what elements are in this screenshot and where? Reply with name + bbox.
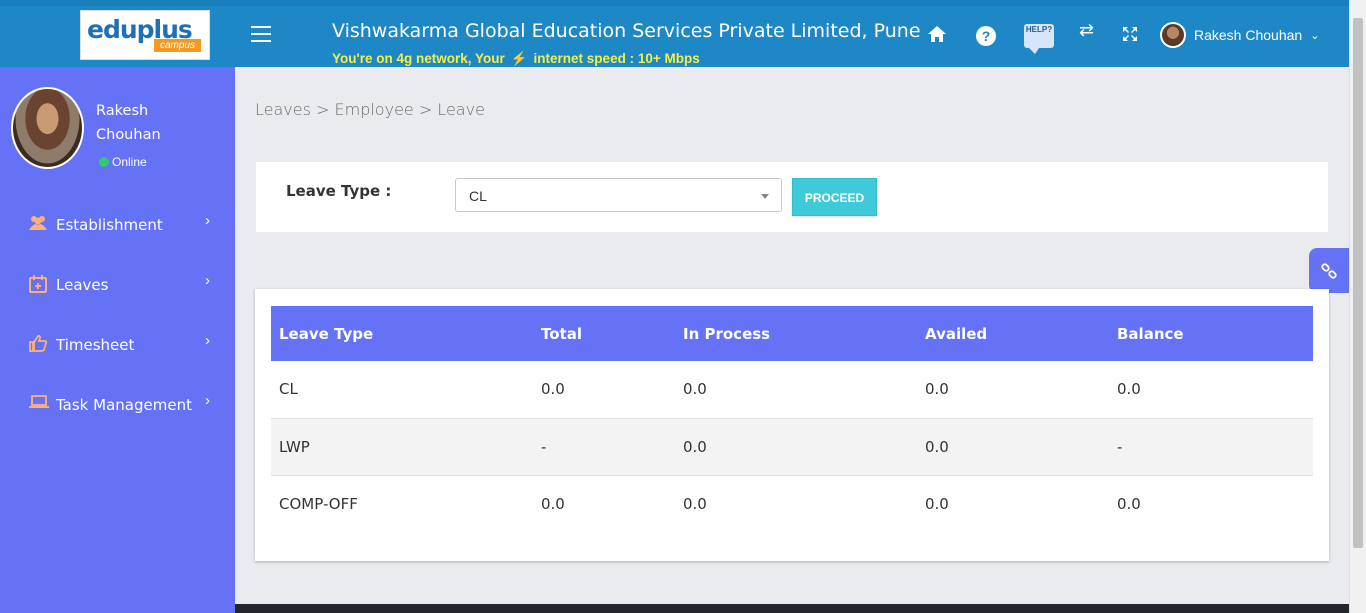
cell-in-process: 0.0: [683, 437, 707, 456]
table-row: CL 0.0 0.0 0.0 0.0: [271, 361, 1313, 418]
sidebar-item-label: Leaves: [56, 276, 109, 294]
network-status: You're on 4g network, Your ⚡ internet spee…: [332, 51, 700, 67]
table-row: LWP - 0.0 0.0 -: [271, 418, 1313, 475]
breadcrumb: Leaves > Employee > Leave: [255, 100, 485, 119]
user-name: Rakesh Chouhan: [1194, 27, 1303, 43]
chevron-down-icon: ⌄: [1310, 29, 1320, 42]
chevron-right-icon: ›: [205, 332, 210, 349]
network-prefix: You're on 4g network, Your: [332, 51, 505, 66]
cell-in-process: 0.0: [683, 494, 707, 513]
chevron-right-icon: ›: [205, 212, 210, 229]
menu-toggle-icon[interactable]: [251, 26, 271, 42]
link-icon[interactable]: [1309, 248, 1349, 293]
sidebar-item-label: Establishment: [56, 216, 163, 234]
status-badge: Online: [99, 155, 147, 169]
column-header-in-process: In Process: [683, 324, 771, 343]
vertical-scrollbar[interactable]: [1349, 0, 1366, 613]
logo[interactable]: eduplus campus: [80, 10, 210, 60]
leave-type-select[interactable]: CL: [455, 178, 782, 212]
cell-balance: -: [1117, 437, 1123, 456]
column-header-leave-type: Leave Type: [279, 324, 374, 343]
calendar-plus-icon: [28, 274, 48, 294]
table-header-row: Leave Type Total In Process Availed Bala…: [271, 306, 1313, 361]
home-icon[interactable]: [927, 25, 947, 48]
sidebar-item-timesheet[interactable]: Timesheet ›: [0, 324, 235, 364]
header-accent-line: [0, 0, 1349, 6]
cell-in-process: 0.0: [683, 380, 707, 399]
leave-type-selected-value: CL: [469, 188, 487, 204]
thumbs-up-icon: [28, 334, 48, 354]
sidebar-item-label: Timesheet: [56, 336, 135, 354]
avatar: [1160, 22, 1186, 48]
sidebar-item-establishment[interactable]: Establishment ›: [0, 204, 235, 244]
profile-name: Rakesh Chouhan: [96, 103, 161, 143]
sidebar-item-label: Task Management: [56, 396, 192, 414]
cell-availed: 0.0: [925, 494, 949, 513]
user-menu[interactable]: Rakesh Chouhan ⌄: [1160, 22, 1319, 48]
proceed-button[interactable]: PROCEED: [792, 178, 877, 216]
chevron-right-icon: ›: [205, 392, 210, 409]
top-header: eduplus campus Vishwakarma Global Educat…: [0, 0, 1349, 67]
cell-total: 0.0: [541, 494, 565, 513]
column-header-balance: Balance: [1117, 324, 1184, 343]
column-header-total: Total: [541, 324, 582, 343]
laptop-icon: [28, 394, 49, 414]
column-header-availed: Availed: [925, 324, 988, 343]
leave-filter-panel: Leave Type : CL PROCEED: [256, 162, 1328, 232]
leave-balance-card: Leave Type Total In Process Availed Bala…: [255, 289, 1329, 561]
swap-icon[interactable]: ⇄: [1079, 20, 1094, 41]
table-row: COMP-OFF 0.0 0.0 0.0 0.0: [271, 475, 1313, 532]
cell-leave-type: COMP-OFF: [279, 494, 358, 513]
sidebar-item-leaves[interactable]: Leaves ›: [0, 264, 235, 304]
users-icon: [28, 214, 48, 234]
online-dot-icon: [99, 157, 109, 167]
sidebar: Rakesh Chouhan Online Establishment › Le…: [0, 67, 235, 613]
chevron-right-icon: ›: [205, 272, 210, 289]
leave-type-label: Leave Type :: [286, 182, 392, 200]
cell-leave-type: LWP: [279, 437, 310, 456]
organization-title: Vishwakarma Global Education Services Pr…: [332, 20, 921, 42]
cell-availed: 0.0: [925, 437, 949, 456]
cell-total: -: [541, 437, 547, 456]
dropdown-arrow-icon: [761, 194, 769, 199]
lightning-icon: ⚡: [510, 51, 528, 66]
logo-subtext: campus: [153, 39, 201, 52]
fullscreen-icon[interactable]: [1122, 26, 1138, 47]
footer-bar: [235, 604, 1349, 613]
profile-avatar: [11, 87, 84, 169]
cell-balance: 0.0: [1117, 380, 1141, 399]
cell-balance: 0.0: [1117, 494, 1141, 513]
leave-balance-table: Leave Type Total In Process Availed Bala…: [271, 306, 1313, 532]
cell-total: 0.0: [541, 380, 565, 399]
scrollbar-thumb[interactable]: [1353, 18, 1363, 548]
sidebar-item-task-management[interactable]: Task Management ›: [0, 384, 235, 424]
status-label: Online: [112, 155, 147, 169]
question-icon[interactable]: ?: [976, 26, 996, 46]
cell-leave-type: CL: [279, 380, 298, 399]
network-suffix: internet speed : 10+ Mbps: [533, 51, 700, 66]
help-bubble-icon[interactable]: HELP?: [1024, 24, 1054, 54]
cell-availed: 0.0: [925, 380, 949, 399]
